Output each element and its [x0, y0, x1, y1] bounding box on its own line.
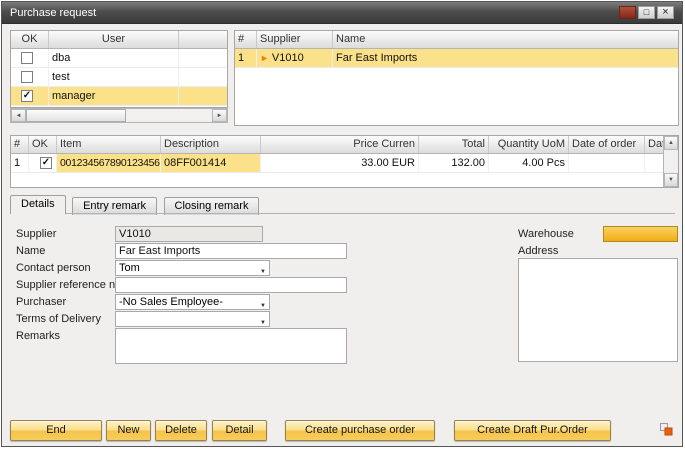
approvers-grid: OK User dba test ✓ manager	[10, 30, 228, 108]
item-code-cell[interactable]: 001234567890123456	[57, 154, 161, 172]
address-field[interactable]	[518, 258, 678, 362]
approver-ok-cell[interactable]: ✓	[11, 87, 49, 105]
item-quantity-uom-cell[interactable]: 4.00 Pcs	[489, 154, 569, 172]
supplier-code[interactable]: V1010	[272, 52, 304, 64]
item-description-cell[interactable]: 08FF001414	[161, 154, 261, 172]
supplier-reference-label: Supplier reference nu	[16, 279, 121, 291]
supplier-reference-field[interactable]	[115, 277, 347, 293]
approver-user-cell[interactable]: manager	[49, 87, 179, 105]
scroll-up-icon[interactable]: ▲	[664, 136, 678, 150]
scroll-left-icon[interactable]: ◄	[11, 109, 26, 122]
column-header-item: Item	[57, 136, 161, 153]
contact-person-dropdown[interactable]: Tom ▼	[115, 260, 270, 276]
end-button[interactable]: End	[10, 420, 102, 441]
approver-user-cell[interactable]: test	[49, 68, 179, 86]
item-date-of-order-cell[interactable]	[569, 154, 645, 172]
item-date-closing-cell[interactable]	[645, 154, 663, 172]
scrollbar-thumb[interactable]	[26, 109, 126, 122]
suppliers-header-row: # Supplier Name	[235, 31, 678, 49]
checkbox[interactable]	[21, 52, 33, 64]
column-header-date-of-order: Date of order	[569, 136, 645, 153]
approver-empty-cell	[179, 68, 227, 86]
column-header-name: Name	[333, 31, 678, 48]
item-row[interactable]: 1 ✓ 001234567890123456 08FF001414 33.00 …	[11, 154, 663, 173]
approver-row[interactable]: test	[11, 68, 227, 87]
column-header-description: Description	[161, 136, 261, 153]
approver-empty-cell	[179, 49, 227, 67]
column-header-ok: OK	[11, 31, 49, 48]
column-header-quantity-uom: Quantity UoM	[489, 136, 569, 153]
checkbox[interactable]	[21, 71, 33, 83]
checkbox[interactable]: ✓	[21, 90, 33, 102]
scroll-down-icon[interactable]: ▼	[664, 173, 678, 187]
purchaser-value: -No Sales Employee-	[119, 296, 223, 308]
items-vertical-scrollbar[interactable]: ▲ ▼	[663, 136, 678, 187]
approver-ok-cell[interactable]	[11, 49, 49, 67]
column-header-supplier: Supplier	[257, 31, 333, 48]
name-field[interactable]	[115, 243, 347, 259]
remarks-field[interactable]	[115, 328, 347, 364]
remarks-label: Remarks	[16, 330, 60, 342]
supplier-code-cell[interactable]: ►V1010	[257, 49, 333, 67]
items-grid: # OK Item Description Price Curren Total…	[10, 135, 679, 188]
column-header-empty	[179, 31, 227, 48]
column-header-ok: OK	[29, 136, 57, 153]
window-title: Purchase request	[10, 7, 96, 19]
purchase-request-window: Purchase request □ × OK User dba test ✓ …	[1, 1, 683, 447]
purchaser-dropdown[interactable]: -No Sales Employee- ▼	[115, 294, 270, 310]
items-header-row: # OK Item Description Price Curren Total…	[11, 136, 663, 154]
checkbox[interactable]: ✓	[40, 157, 52, 169]
create-draft-purchase-order-button[interactable]: Create Draft Pur.Order	[454, 420, 611, 441]
warehouse-label: Warehouse	[518, 228, 574, 240]
column-header-user: User	[49, 31, 179, 48]
approver-ok-cell[interactable]	[11, 68, 49, 86]
terms-of-delivery-label: Terms of Delivery	[16, 313, 101, 325]
new-button[interactable]: New	[106, 420, 151, 441]
supplier-label: Supplier	[16, 228, 56, 240]
column-header-num: #	[11, 136, 29, 153]
tab-strip: Details Entry remark Closing remark	[10, 195, 261, 214]
address-label: Address	[518, 245, 558, 257]
scrollbar-track[interactable]	[664, 150, 678, 173]
supplier-row-number[interactable]: 1	[235, 49, 257, 67]
supplier-field[interactable]	[115, 226, 263, 242]
name-label: Name	[16, 245, 45, 257]
maximize-button[interactable]: □	[638, 6, 655, 19]
approver-row[interactable]: dba	[11, 49, 227, 68]
contact-person-label: Contact person	[16, 262, 91, 274]
column-header-price-currency: Price Curren	[261, 136, 419, 153]
column-header-num: #	[235, 31, 257, 48]
suppliers-grid: # Supplier Name 1 ►V1010 Far East Import…	[234, 30, 679, 126]
approvers-header-row: OK User	[11, 31, 227, 49]
minimize-button[interactable]	[619, 6, 636, 19]
tab-panel-border	[10, 213, 675, 214]
detail-button[interactable]: Detail	[212, 420, 267, 441]
supplier-name-cell[interactable]: Far East Imports	[333, 49, 678, 67]
resize-grip-icon[interactable]	[659, 422, 673, 436]
scroll-right-icon[interactable]: ►	[212, 109, 227, 122]
approvers-horizontal-scrollbar[interactable]: ◄ ►	[10, 108, 228, 123]
approver-empty-cell	[179, 87, 227, 105]
item-ok-cell[interactable]: ✓	[29, 154, 57, 172]
column-header-date-closing: Date c	[645, 136, 663, 153]
tab-details[interactable]: Details	[10, 195, 66, 214]
scrollbar-track[interactable]	[126, 109, 212, 122]
contact-person-value: Tom	[119, 262, 140, 274]
supplier-row[interactable]: 1 ►V1010 Far East Imports	[235, 49, 678, 68]
item-price-currency-cell[interactable]: 33.00 EUR	[261, 154, 419, 172]
create-purchase-order-button[interactable]: Create purchase order	[285, 420, 435, 441]
purchaser-label: Purchaser	[16, 296, 66, 308]
approver-user-cell[interactable]: dba	[49, 49, 179, 67]
warehouse-field[interactable]	[603, 226, 678, 242]
terms-of-delivery-dropdown[interactable]: ▼	[115, 311, 270, 327]
item-total-cell[interactable]: 132.00	[419, 154, 489, 172]
close-button[interactable]: ×	[657, 6, 674, 19]
approver-row[interactable]: ✓ manager	[11, 87, 227, 106]
link-arrow-icon[interactable]: ►	[260, 53, 269, 63]
item-row-number[interactable]: 1	[11, 154, 29, 172]
titlebar[interactable]: Purchase request □ ×	[2, 2, 682, 24]
column-header-total: Total	[419, 136, 489, 153]
delete-button[interactable]: Delete	[155, 420, 207, 441]
